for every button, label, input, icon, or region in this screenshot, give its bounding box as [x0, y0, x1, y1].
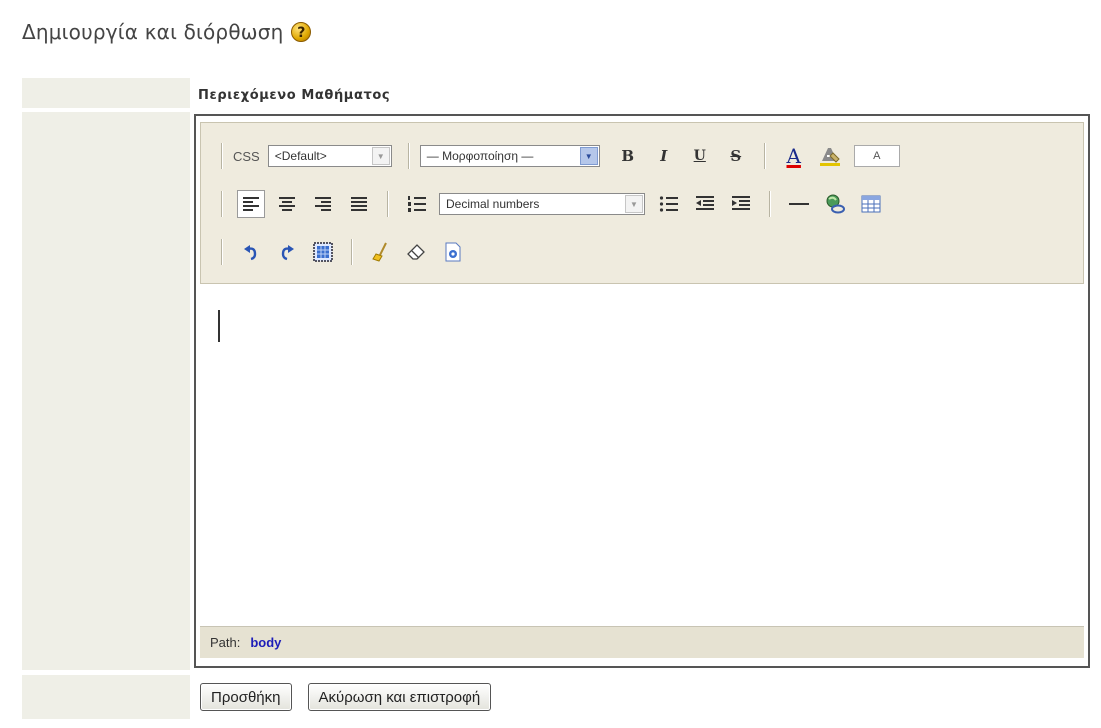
add-button[interactable]: Προσθήκη	[200, 683, 292, 711]
toolbar-separator	[407, 143, 410, 169]
align-center-icon	[279, 197, 295, 211]
chevron-down-icon: ▼	[625, 195, 643, 213]
path-label: Path:	[210, 635, 241, 650]
horizontal-rule-icon	[789, 203, 809, 205]
align-justify-button[interactable]	[345, 190, 373, 218]
highlight-color-button[interactable]	[816, 142, 844, 170]
form-label-cell	[22, 675, 190, 719]
toolbar-row-3	[211, 235, 471, 269]
undo-button[interactable]	[237, 238, 265, 266]
numbering-style-select-value: Decimal numbers	[446, 197, 540, 211]
page-title-text: Δημιουργία και διόρθωση	[22, 20, 284, 44]
eraser-button[interactable]	[403, 238, 431, 266]
text-field-button[interactable]: A	[853, 145, 900, 167]
align-right-button[interactable]	[309, 190, 337, 218]
page-title: Δημιουργία και διόρθωση ?	[22, 20, 312, 44]
strikethrough-button[interactable]: S	[722, 142, 750, 170]
eraser-icon	[407, 244, 425, 260]
toolbar-separator	[221, 191, 223, 217]
ordered-list-button[interactable]	[403, 190, 431, 218]
select-all-button[interactable]	[309, 238, 337, 266]
redo-button[interactable]	[273, 238, 301, 266]
indent-icon	[732, 196, 750, 210]
insert-table-button[interactable]	[857, 190, 885, 218]
toolbar-separator	[387, 191, 389, 217]
insert-link-icon	[826, 194, 845, 214]
unordered-list-icon	[659, 196, 678, 212]
format-select[interactable]: — Μορφοποίηση — ▼	[419, 145, 600, 167]
outdent-button[interactable]	[691, 190, 719, 218]
toolbar-separator	[763, 143, 766, 169]
align-justify-icon	[351, 197, 367, 211]
unordered-list-button[interactable]	[655, 190, 683, 218]
insert-table-icon	[861, 195, 881, 213]
align-left-icon	[243, 197, 259, 211]
insert-link-button[interactable]	[821, 190, 849, 218]
toolbar-separator	[221, 143, 223, 169]
redo-icon	[281, 245, 294, 261]
chevron-down-icon: ▼	[579, 147, 598, 165]
css-class-select[interactable]: <Default> ▼	[267, 145, 392, 167]
toolbar-separator	[221, 239, 223, 265]
source-button[interactable]	[439, 238, 467, 266]
editor-content-area[interactable]	[200, 292, 1084, 614]
path-element-link[interactable]: body	[250, 635, 281, 650]
form-label-cell	[22, 112, 190, 670]
rich-text-editor: CSS <Default> ▼ — Μορφοποίηση — ▼ B I U …	[194, 114, 1090, 668]
toolbar-row-1: CSS <Default> ▼ — Μορφοποίηση — ▼ B I U …	[211, 139, 900, 173]
format-select-value: — Μορφοποίηση —	[426, 149, 534, 163]
form-label-cell	[22, 78, 190, 108]
editor-toolbar: CSS <Default> ▼ — Μορφοποίηση — ▼ B I U …	[200, 122, 1084, 284]
indent-button[interactable]	[727, 190, 755, 218]
help-icon[interactable]: ?	[291, 22, 312, 42]
toolbar-separator	[351, 239, 353, 265]
source-icon	[445, 242, 461, 262]
underline-button[interactable]: U	[686, 142, 714, 170]
css-class-select-value: <Default>	[274, 149, 327, 163]
numbering-style-select[interactable]: Decimal numbers ▼	[439, 193, 645, 215]
align-left-button[interactable]	[237, 190, 265, 218]
bold-button[interactable]: B	[614, 142, 642, 170]
align-center-button[interactable]	[273, 190, 301, 218]
chevron-down-icon: ▼	[371, 147, 390, 165]
text-caret	[218, 310, 220, 342]
cleanup-icon	[372, 242, 387, 262]
ordered-list-icon	[408, 196, 426, 212]
toolbar-separator	[769, 191, 771, 217]
editor-status-bar: Path: body	[200, 626, 1084, 658]
italic-button[interactable]: I	[650, 142, 678, 170]
toolbar-row-2: Decimal numbers ▼	[211, 187, 889, 221]
align-right-icon	[315, 197, 331, 211]
select-all-icon	[313, 242, 333, 262]
horizontal-rule-button[interactable]	[785, 190, 813, 218]
undo-icon	[244, 245, 257, 261]
css-label: CSS	[233, 148, 260, 164]
section-label: Περιεχόμενο Μαθήματος	[198, 88, 391, 103]
cancel-and-return-button[interactable]: Ακύρωση και επιστροφή	[307, 683, 492, 711]
form-actions: Προσθήκη Ακύρωση και επιστροφή	[200, 683, 492, 711]
highlight-color-icon	[819, 148, 840, 166]
cleanup-button[interactable]	[367, 238, 395, 266]
text-color-button[interactable]: A	[780, 142, 808, 170]
outdent-icon	[696, 196, 714, 210]
